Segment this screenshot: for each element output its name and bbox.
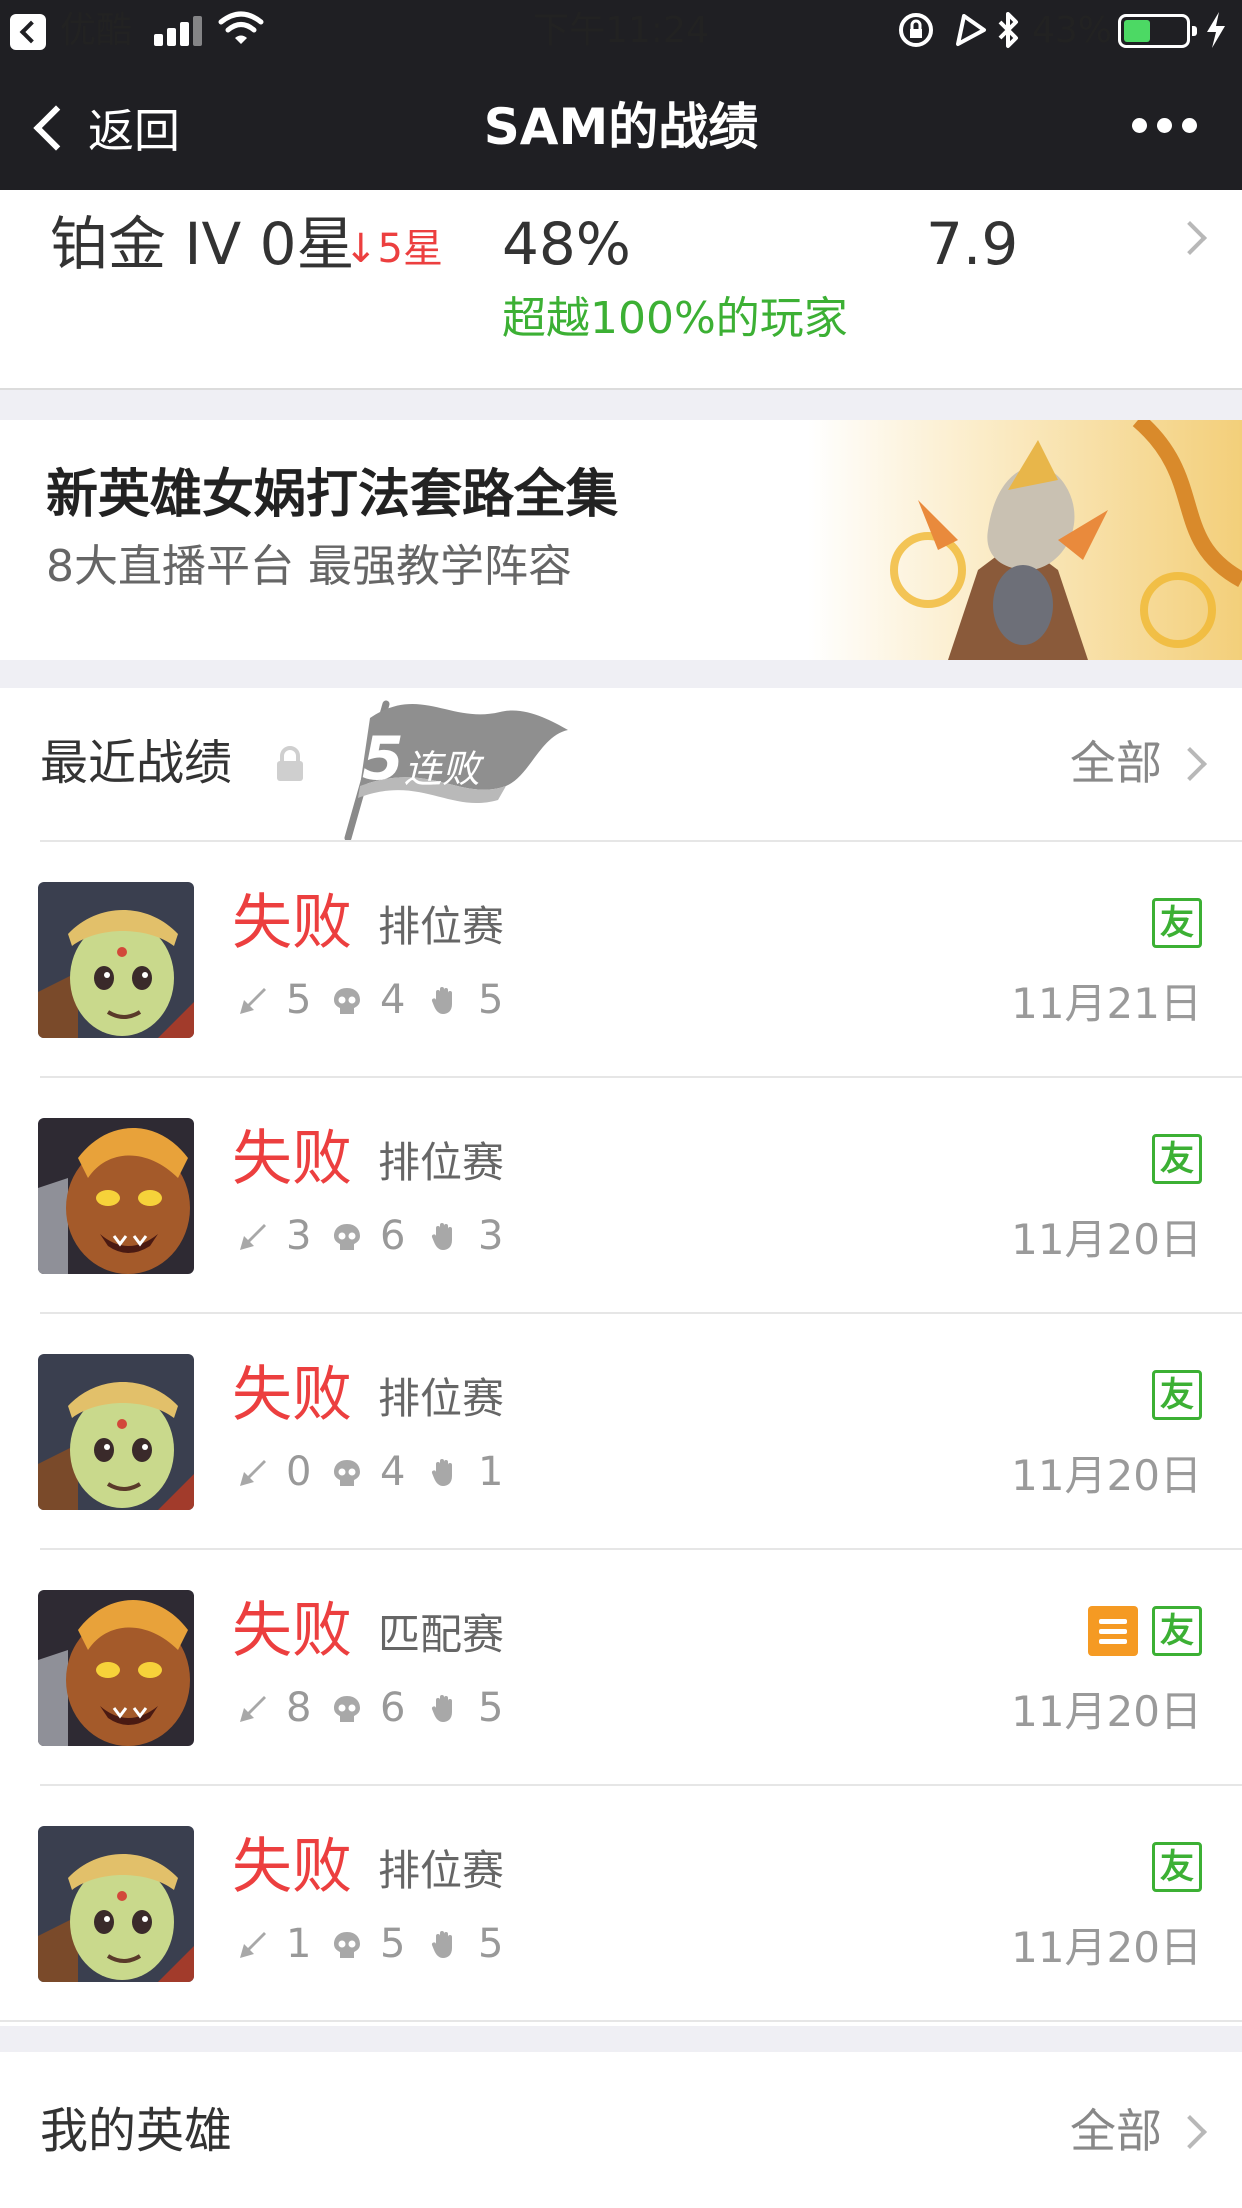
rank-change: ↓5星 xyxy=(344,226,443,272)
row-divider xyxy=(0,2020,1242,2022)
banner-subtitle: 8大直播平台 最强教学阵容 xyxy=(46,541,572,592)
skull-icon xyxy=(332,1694,362,1724)
match-result: 失败 xyxy=(232,1832,352,1902)
match-mode: 排位赛 xyxy=(378,1138,505,1187)
friend-tag: 友 xyxy=(1152,1606,1202,1656)
stat-assists: 5 xyxy=(478,977,504,1023)
match-mode: 排位赛 xyxy=(378,1374,505,1423)
row-divider xyxy=(40,1312,1242,1314)
row-divider xyxy=(40,1548,1242,1550)
match-result: 失败 xyxy=(232,1124,352,1194)
hand-icon xyxy=(430,1458,460,1488)
charging-icon xyxy=(1207,12,1225,48)
stat-deaths: 6 xyxy=(380,1213,406,1259)
sword-icon xyxy=(238,1930,268,1960)
stat-deaths: 4 xyxy=(380,1449,406,1495)
match-date: 11月20日 xyxy=(1011,1215,1202,1264)
heroes-all-link[interactable]: 全部 xyxy=(1070,2098,1162,2164)
skull-icon xyxy=(332,986,362,1016)
sword-icon xyxy=(238,1222,268,1252)
skull-icon xyxy=(332,1930,362,1960)
score: 7.9 xyxy=(926,210,1019,278)
stat-kills: 0 xyxy=(286,1449,312,1495)
match-date: 11月21日 xyxy=(1011,979,1202,1028)
skull-icon xyxy=(332,1458,362,1488)
hand-icon xyxy=(430,1930,460,1960)
match-mode: 匹配赛 xyxy=(378,1610,505,1659)
match-mode: 排位赛 xyxy=(378,902,505,951)
location-icon xyxy=(956,14,986,46)
stat-assists: 3 xyxy=(478,1213,504,1259)
rank-tier: 铂金 IV 0星 xyxy=(50,210,355,278)
match-date: 11月20日 xyxy=(1011,1451,1202,1500)
bluetooth-icon xyxy=(998,12,1018,48)
friend-tag: 友 xyxy=(1152,898,1202,948)
battery-icon xyxy=(1118,14,1197,48)
stat-kills: 5 xyxy=(286,977,312,1023)
friend-tag: 友 xyxy=(1152,1134,1202,1184)
stat-kills: 8 xyxy=(286,1685,312,1731)
row-divider xyxy=(40,1076,1242,1078)
streak-count: 5 xyxy=(362,724,404,794)
skull-icon xyxy=(332,1222,362,1252)
stat-kills: 1 xyxy=(286,1921,312,1967)
hero-avatar xyxy=(38,1118,194,1274)
hero-avatar xyxy=(38,1590,194,1746)
orientation-lock-icon xyxy=(899,13,933,47)
streak-label: 连败 xyxy=(404,747,481,791)
sword-icon xyxy=(238,1458,268,1488)
friend-tag: 友 xyxy=(1152,1842,1202,1892)
recent-all-link[interactable]: 全部 xyxy=(1070,730,1162,796)
row-divider xyxy=(40,1784,1242,1786)
hand-icon xyxy=(430,1222,460,1252)
match-date: 11月20日 xyxy=(1011,1923,1202,1972)
match-result: 失败 xyxy=(232,1596,352,1666)
hero-avatar xyxy=(38,882,194,1038)
sword-icon xyxy=(238,986,268,1016)
battery-fill xyxy=(1124,20,1150,42)
hand-icon xyxy=(430,986,460,1016)
battery-percent: 43% xyxy=(1032,10,1113,51)
stat-assists: 5 xyxy=(478,1685,504,1731)
my-heroes-title: 我的英雄 xyxy=(40,2103,233,2159)
stat-deaths: 4 xyxy=(380,977,406,1023)
stat-kills: 3 xyxy=(286,1213,312,1259)
hand-icon xyxy=(430,1694,460,1724)
beat-players: 超越100%的玩家 xyxy=(502,293,848,344)
page-title: SAM的战绩 xyxy=(483,98,759,156)
banner-hero-illustration xyxy=(808,420,1242,660)
friend-tag: 友 xyxy=(1152,1370,1202,1420)
win-rate: 48% xyxy=(502,210,631,278)
banner-title: 新英雄女娲打法套路全集 xyxy=(46,465,619,525)
stat-deaths: 5 xyxy=(380,1921,406,1967)
sword-icon xyxy=(238,1694,268,1724)
hero-avatar xyxy=(38,1354,194,1510)
recent-records-title: 最近战绩 xyxy=(40,735,233,791)
stat-assists: 5 xyxy=(478,1921,504,1967)
stat-deaths: 6 xyxy=(380,1685,406,1731)
match-date: 11月20日 xyxy=(1011,1687,1202,1736)
lock-icon[interactable] xyxy=(274,744,306,784)
more-icon[interactable] xyxy=(1132,118,1198,134)
match-mode: 排位赛 xyxy=(378,1846,505,1895)
hero-avatar xyxy=(38,1826,194,1982)
match-result: 失败 xyxy=(232,1360,352,1430)
match-result: 失败 xyxy=(232,888,352,958)
stat-assists: 1 xyxy=(478,1449,504,1495)
row-divider xyxy=(40,840,1242,842)
menu-tag-icon xyxy=(1088,1606,1138,1656)
status-icons xyxy=(899,12,1018,48)
